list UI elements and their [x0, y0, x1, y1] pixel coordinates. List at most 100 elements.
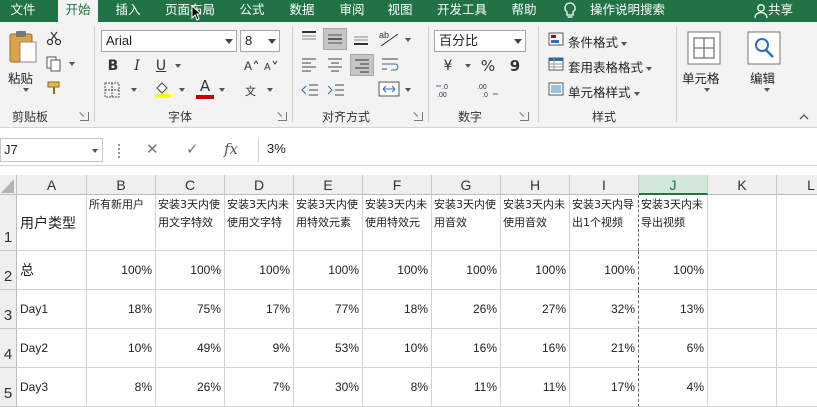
table-cell[interactable]: 4% [639, 368, 708, 407]
table-cell[interactable]: 21% [570, 329, 639, 368]
tab-data[interactable]: 数据 [284, 0, 320, 22]
increase-font-icon[interactable]: A [244, 58, 258, 72]
align-middle-button[interactable] [323, 28, 347, 50]
table-cell[interactable] [708, 251, 777, 290]
table-cell[interactable]: 9% [225, 329, 294, 368]
table-cell[interactable] [708, 329, 777, 368]
table-cell[interactable]: 26% [432, 290, 501, 329]
format-painter-icon[interactable] [46, 80, 62, 96]
conditional-format-button[interactable]: 条件格式 [568, 32, 628, 51]
number-launcher-icon[interactable] [520, 112, 529, 121]
bold-button[interactable]: B [104, 56, 122, 76]
table-cell[interactable]: 17% [570, 368, 639, 407]
share-button[interactable]: 共享 [768, 0, 793, 20]
table-cell[interactable]: Day1 [17, 290, 87, 329]
table-cell[interactable]: 安装3天内未使用音效 [501, 195, 570, 251]
align-bottom-icon[interactable] [352, 30, 370, 46]
currency-button[interactable]: ¥ [436, 56, 460, 76]
row-header[interactable]: 4 [0, 329, 17, 368]
table-cell[interactable]: 100% [87, 251, 156, 290]
editing-label[interactable]: 编辑 [750, 68, 775, 87]
row-header[interactable]: 2 [0, 251, 17, 290]
table-cell[interactable]: 11% [432, 368, 501, 407]
table-cell[interactable] [777, 195, 817, 251]
phonetic-icon[interactable]: 文 [244, 82, 260, 98]
table-cell[interactable]: 77% [294, 290, 363, 329]
column-header[interactable]: D [225, 175, 294, 195]
column-header[interactable]: F [363, 175, 432, 195]
paste-icon[interactable] [8, 28, 38, 64]
cells-label[interactable]: 单元格 [682, 68, 720, 87]
table-cell[interactable]: 16% [501, 329, 570, 368]
copy-icon[interactable] [46, 56, 62, 72]
merge-center-icon[interactable] [378, 80, 400, 98]
table-cell[interactable]: 100% [363, 251, 432, 290]
tab-insert[interactable]: 插入 [110, 0, 146, 22]
table-cell[interactable]: 18% [363, 290, 432, 329]
table-cell[interactable]: 8% [363, 368, 432, 407]
align-left-icon[interactable] [300, 56, 318, 72]
table-cell[interactable]: 10% [363, 329, 432, 368]
insert-function-icon[interactable]: fx [224, 140, 238, 158]
borders-icon[interactable] [104, 82, 122, 98]
align-right-button[interactable] [350, 54, 374, 76]
row-header[interactable]: 1 [0, 195, 17, 251]
comma-style-button[interactable]: 9 [506, 56, 524, 76]
table-cell[interactable]: 安装3天内导出1个视频 [570, 195, 639, 251]
column-header[interactable]: B [87, 175, 156, 195]
formula-input[interactable]: 3% [258, 138, 817, 162]
table-cell[interactable]: 100% [156, 251, 225, 290]
font-size-combo[interactable]: 8 [240, 30, 280, 52]
font-color-dropdown-icon[interactable] [219, 88, 225, 92]
table-cell[interactable]: 安装3天内未使用特效元 [363, 195, 432, 251]
table-cell[interactable]: 27% [501, 290, 570, 329]
underline-button[interactable]: U [152, 56, 170, 76]
table-cell[interactable]: 8% [87, 368, 156, 407]
tab-file[interactable]: 文件 [6, 0, 40, 22]
wrap-text-icon[interactable] [380, 56, 400, 72]
copy-dropdown-icon[interactable] [69, 62, 75, 66]
phonetic-dropdown-icon[interactable] [267, 88, 273, 92]
table-cell[interactable]: Day3 [17, 368, 87, 407]
table-cell[interactable] [708, 290, 777, 329]
alignment-launcher-icon[interactable] [414, 112, 423, 121]
table-cell[interactable]: 安装3天内未导出视频 [639, 195, 708, 251]
increase-decimal-icon[interactable]: .0.00 [436, 82, 460, 98]
table-cell[interactable]: 32% [570, 290, 639, 329]
column-header[interactable]: L [777, 175, 817, 195]
cut-icon[interactable] [46, 30, 62, 46]
table-cell[interactable]: 100% [501, 251, 570, 290]
table-cell[interactable]: 100% [225, 251, 294, 290]
clipboard-launcher-icon[interactable] [80, 112, 89, 121]
drag-handle[interactable] [118, 144, 120, 158]
tell-me-search[interactable]: 操作说明搜索 [590, 0, 665, 20]
conditional-format-icon[interactable] [548, 32, 564, 46]
table-cell[interactable]: 用户类型 [17, 195, 87, 251]
table-cell[interactable]: 75% [156, 290, 225, 329]
table-cell[interactable]: 53% [294, 329, 363, 368]
cell-styles-icon[interactable] [548, 82, 564, 96]
tab-view[interactable]: 视图 [382, 0, 418, 22]
cell-styles-button[interactable]: 单元格样式 [568, 82, 640, 101]
table-cell[interactable]: 100% [432, 251, 501, 290]
table-cell[interactable]: 安装3天内使用音效 [432, 195, 501, 251]
cancel-icon[interactable]: ✕ [146, 140, 159, 158]
tab-help[interactable]: 帮助 [506, 0, 542, 22]
borders-dropdown-icon[interactable] [131, 88, 137, 92]
align-top-icon[interactable] [300, 30, 318, 46]
enter-icon[interactable]: ✓ [186, 140, 199, 158]
lightbulb-icon[interactable] [562, 1, 578, 21]
column-header[interactable]: G [432, 175, 501, 195]
tab-developer[interactable]: 开发工具 [432, 0, 492, 22]
row-header[interactable]: 5 [0, 368, 17, 407]
table-cell[interactable]: 16% [432, 329, 501, 368]
font-color-button[interactable]: A [196, 77, 214, 95]
table-cell[interactable]: 18% [87, 290, 156, 329]
percent-button[interactable]: % [478, 56, 498, 76]
table-cell[interactable]: 安装3天内使用特效元素 [294, 195, 363, 251]
table-cell[interactable]: 11% [501, 368, 570, 407]
table-cell[interactable] [708, 368, 777, 407]
table-cell[interactable]: Day2 [17, 329, 87, 368]
column-header[interactable]: I [570, 175, 639, 195]
font-name-combo[interactable]: Arial [101, 30, 237, 52]
